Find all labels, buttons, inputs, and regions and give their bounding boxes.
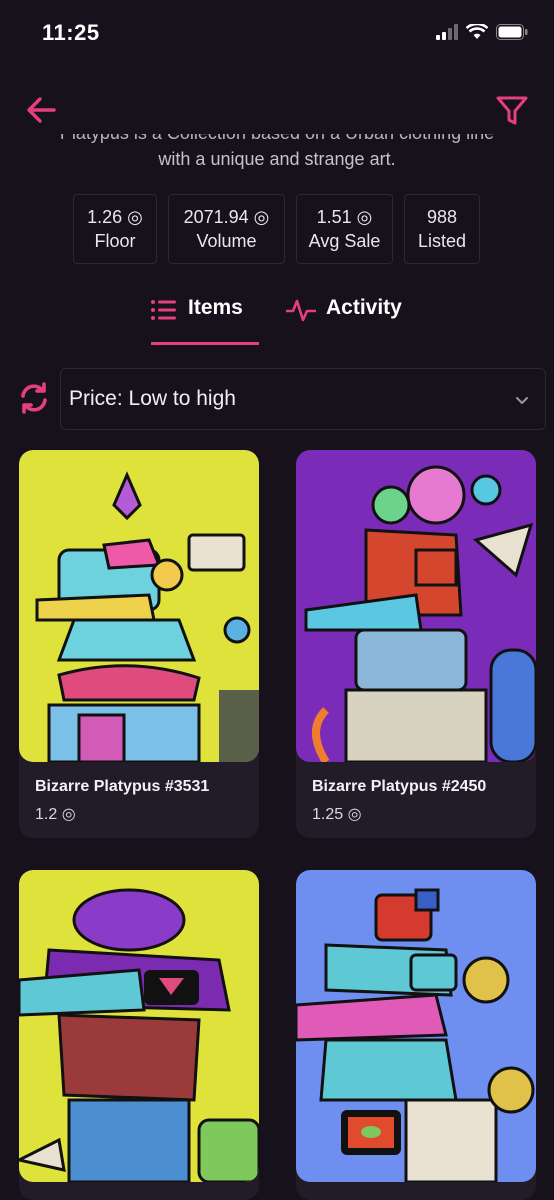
sort-row: Price: Low to high (0, 368, 554, 430)
collection-description: Platypus is a Collection based on a Urba… (30, 134, 524, 180)
status-bar: 11:25 (0, 0, 554, 66)
back-button[interactable] (22, 90, 62, 130)
refresh-button[interactable] (18, 382, 50, 414)
filter-icon (496, 96, 528, 125)
nft-image (296, 870, 536, 1182)
list-icon (151, 300, 176, 320)
tab-activity-label: Activity (326, 296, 402, 319)
stat-value: 1.51 ◎ (316, 207, 373, 227)
nft-card[interactable]: Bizarre Platypus #3531 1.2 ◎ (19, 450, 259, 838)
description-line-1: Platypus is a Collection based on a Urba… (30, 134, 524, 146)
chevron-down-icon (516, 397, 528, 404)
filter-button[interactable] (494, 90, 530, 130)
nft-price: 1.2 ◎ (35, 806, 76, 823)
stat-floor: 1.26 ◎ Floor (73, 194, 157, 264)
signal-icon (436, 24, 458, 40)
tab-activity[interactable]: Activity (286, 296, 416, 348)
stat-listed: 988 Listed (404, 194, 480, 264)
stat-label: Avg Sale (308, 231, 381, 251)
wifi-icon (466, 24, 488, 39)
nft-price: 1.25 ◎ (312, 806, 362, 823)
status-time: 11:25 (42, 20, 100, 45)
status-icons (436, 24, 528, 40)
stat-volume: 2071.94 ◎ Volume (168, 194, 285, 264)
nft-image (19, 450, 259, 762)
collection-stats: 1.26 ◎ Floor 2071.94 ◎ Volume 1.51 ◎ Avg… (0, 194, 554, 264)
tab-items-label: Items (188, 296, 243, 319)
top-bar (0, 84, 554, 134)
active-tab-indicator (151, 342, 259, 345)
nft-name: Bizarre Platypus #3531 (35, 778, 210, 795)
arrow-left-icon (27, 97, 56, 123)
stat-avg-sale: 1.51 ◎ Avg Sale (296, 194, 393, 264)
nft-image (296, 450, 536, 762)
stat-label: Listed (417, 231, 467, 251)
stat-label: Volume (196, 231, 257, 251)
activity-icon (286, 299, 316, 322)
nft-card[interactable] (19, 870, 259, 1200)
nft-card[interactable] (296, 870, 536, 1200)
refresh-icon (21, 382, 47, 414)
battery-icon (496, 24, 528, 40)
sort-selected-value: Price: Low to high (69, 387, 236, 410)
tab-items[interactable]: Items (150, 296, 260, 348)
stat-value: 2071.94 ◎ (183, 207, 270, 227)
stat-value: 988 (426, 207, 458, 227)
nft-name: Bizarre Platypus #2450 (312, 778, 487, 795)
tab-bar: Items Activity (0, 296, 554, 348)
nft-card[interactable]: Bizarre Platypus #2450 1.25 ◎ (296, 450, 536, 838)
stat-label: Floor (94, 231, 136, 251)
description-line-2: with a unique and strange art. (158, 149, 396, 169)
stat-value: 1.26 ◎ (87, 207, 143, 227)
nft-image (19, 870, 259, 1182)
sort-select[interactable]: Price: Low to high (60, 368, 546, 430)
